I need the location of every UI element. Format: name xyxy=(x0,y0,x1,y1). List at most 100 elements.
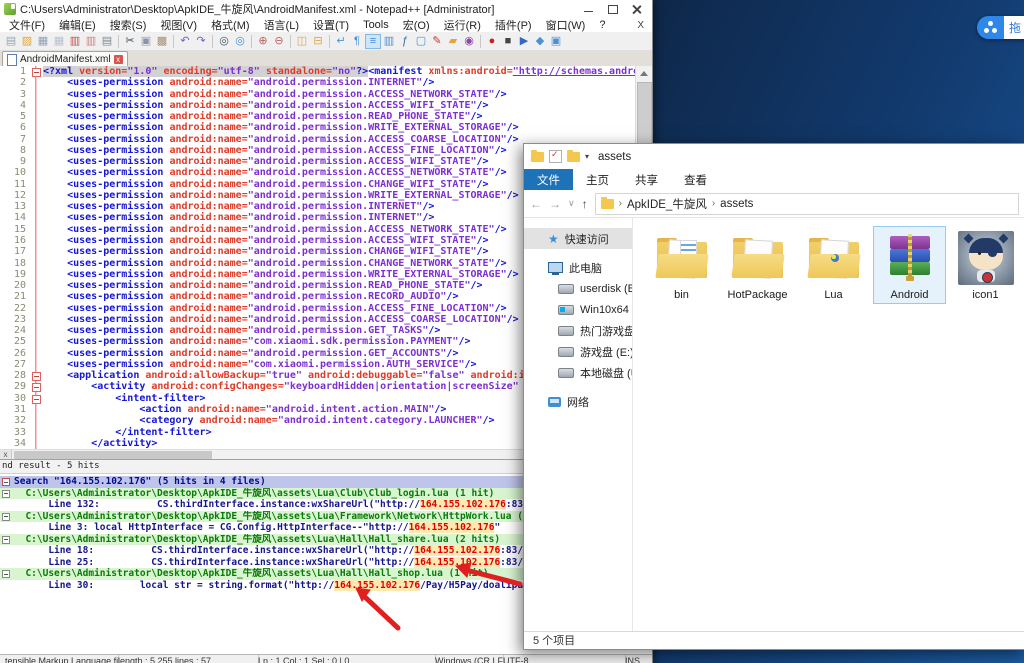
recent-locations-caret-icon[interactable]: ∨ xyxy=(568,198,575,209)
star-icon: ★ xyxy=(548,233,559,245)
menu-item-1[interactable]: 编辑(E) xyxy=(52,17,103,33)
sidebar-item-游戏盘 (E:)[interactable]: 游戏盘 (E:) xyxy=(524,341,632,362)
menu-item-11[interactable]: 窗口(W) xyxy=(539,17,593,33)
cut-icon[interactable]: ✂ xyxy=(122,34,138,49)
code-line[interactable]: 5 <uses-permission android:name="android… xyxy=(0,111,636,122)
menu-item-12[interactable]: ? xyxy=(592,19,612,31)
menubar-close-icon[interactable]: X xyxy=(637,20,644,31)
fold-collapse-icon[interactable] xyxy=(32,372,41,381)
folder-toolbar-icon[interactable]: ▰ xyxy=(445,34,461,49)
menu-item-3[interactable]: 视图(V) xyxy=(153,17,204,33)
collapse-icon[interactable] xyxy=(2,478,10,486)
tab-close-icon[interactable]: x xyxy=(114,55,123,64)
breadcrumb-segment[interactable]: assets xyxy=(720,198,753,210)
fold-collapse-icon[interactable] xyxy=(32,395,41,404)
copy-icon[interactable]: ▣ xyxy=(138,34,154,49)
code-line[interactable]: 6 <uses-permission android:name="android… xyxy=(0,122,636,133)
sync-vertical-icon[interactable]: ◫ xyxy=(294,34,310,49)
menu-item-4[interactable]: 格式(M) xyxy=(204,17,257,33)
undo-icon[interactable]: ↶ xyxy=(177,34,193,49)
fold-margin xyxy=(30,359,43,370)
close-icon[interactable] xyxy=(632,4,642,14)
code-text: <uses-permission android:name="android.p… xyxy=(43,89,636,100)
collapse-icon[interactable] xyxy=(2,490,10,498)
show-symbols-icon[interactable]: ¶ xyxy=(349,34,365,49)
zoom-in-icon[interactable]: ⊕ xyxy=(255,34,271,49)
collapse-icon[interactable] xyxy=(2,570,10,578)
print-icon[interactable]: ▤ xyxy=(99,34,115,49)
sidebar-item-网络[interactable]: 网络 xyxy=(524,391,632,412)
close-doc-icon[interactable]: ▥ xyxy=(67,34,83,49)
record-macro-icon[interactable]: ● xyxy=(484,34,500,49)
open-file-icon[interactable]: ▨ xyxy=(19,34,35,49)
ribbon-tab-主页[interactable]: 主页 xyxy=(573,169,622,190)
close-all-icon[interactable]: ▥ xyxy=(83,34,99,49)
breadcrumb[interactable]: › ApkIDE_牛旋风 › assets xyxy=(595,193,1019,215)
code-line[interactable]: 1<?xml version="1.0" encoding="utf-8" st… xyxy=(0,66,636,77)
code-line[interactable]: 3 <uses-permission android:name="android… xyxy=(0,89,636,100)
menu-item-5[interactable]: 语言(L) xyxy=(257,17,306,33)
fold-collapse-icon[interactable] xyxy=(32,68,41,77)
play-macro-icon[interactable]: ▶ xyxy=(516,34,532,49)
menu-item-2[interactable]: 搜索(S) xyxy=(103,17,154,33)
hscroll-thumb[interactable] xyxy=(14,451,212,459)
indent-guide-icon[interactable]: ≡ xyxy=(365,34,381,49)
replace-icon[interactable]: ◎ xyxy=(232,34,248,49)
scroll-up-icon[interactable] xyxy=(640,71,648,76)
sidebar-item-Win10x64 (C:)[interactable]: Win10x64 (C:) xyxy=(524,299,632,320)
menu-item-10[interactable]: 插件(P) xyxy=(488,17,539,33)
properties-check-icon[interactable] xyxy=(549,150,562,163)
menu-item-9[interactable]: 运行(R) xyxy=(437,17,488,33)
function-list-icon[interactable]: ƒ xyxy=(397,34,413,49)
save-icon[interactable]: ▦ xyxy=(35,34,51,49)
collapse-icon[interactable] xyxy=(2,513,10,521)
sidebar-item-此电脑[interactable]: 此电脑 xyxy=(524,257,632,278)
tab-androidmanifest[interactable]: AndroidManifest.xml x xyxy=(2,51,128,67)
save-all-icon[interactable]: ▦ xyxy=(51,34,67,49)
minimize-icon[interactable] xyxy=(584,4,594,14)
new-file-icon[interactable]: ▤ xyxy=(3,34,19,49)
quick-access-caret-icon[interactable]: ▾ xyxy=(585,152,589,161)
file-item-Lua[interactable]: Lua xyxy=(797,226,870,304)
back-arrow-icon[interactable]: ← xyxy=(530,197,542,211)
fold-collapse-icon[interactable] xyxy=(32,383,41,392)
paste-icon[interactable]: ▩ xyxy=(154,34,170,49)
doc-map-icon[interactable]: ▥ xyxy=(381,34,397,49)
word-wrap-icon[interactable]: ↵ xyxy=(333,34,349,49)
ribbon-tab-查看[interactable]: 查看 xyxy=(671,169,720,190)
file-item-icon1[interactable]: icon1 xyxy=(949,226,1022,304)
up-arrow-icon[interactable]: ↑ xyxy=(582,197,588,211)
find-icon[interactable]: ◎ xyxy=(216,34,232,49)
save-macro-icon[interactable]: ◆ xyxy=(532,34,548,49)
monitor-icon[interactable]: ▢ xyxy=(413,34,429,49)
maximize-icon[interactable] xyxy=(608,4,618,14)
zoom-out-icon[interactable]: ⊖ xyxy=(271,34,287,49)
file-item-bin[interactable]: bin xyxy=(645,226,718,304)
run-multi-macro-icon[interactable]: ▣ xyxy=(548,34,564,49)
file-item-HotPackage[interactable]: HotPackage xyxy=(721,226,794,304)
explorer-body: ★快速访问此电脑userdisk (B:)Win10x64 (C:)热门游戏盘 … xyxy=(524,218,1024,631)
sync-horizontal-icon[interactable]: ⊟ xyxy=(310,34,326,49)
code-line[interactable]: 2 <uses-permission android:name="android… xyxy=(0,77,636,88)
menu-item-0[interactable]: 文件(F) xyxy=(2,17,52,33)
menu-item-6[interactable]: 设置(T) xyxy=(306,17,356,33)
window-controls xyxy=(584,4,642,14)
file-item-Android[interactable]: Android xyxy=(873,226,946,304)
code-line[interactable]: 4 <uses-permission android:name="android… xyxy=(0,100,636,111)
sidebar-item-userdisk (B:)[interactable]: userdisk (B:) xyxy=(524,278,632,299)
ribbon-tab-文件[interactable]: 文件 xyxy=(524,169,573,190)
ribbon-tab-共享[interactable]: 共享 xyxy=(622,169,671,190)
sidebar-item-本地磁盘 (U:)[interactable]: 本地磁盘 (U:) xyxy=(524,362,632,383)
redo-icon[interactable]: ↷ xyxy=(193,34,209,49)
menu-item-8[interactable]: 宏(O) xyxy=(396,17,437,33)
eye-icon[interactable]: ◉ xyxy=(461,34,477,49)
breadcrumb-segment[interactable]: ApkIDE_牛旋风 xyxy=(627,196,707,212)
stop-macro-icon[interactable]: ■ xyxy=(500,34,516,49)
sidebar-item-快速访问[interactable]: ★快速访问 xyxy=(524,228,632,249)
collapse-icon[interactable] xyxy=(2,536,10,544)
forward-arrow-icon[interactable]: → xyxy=(549,197,561,211)
sidebar-item-热门游戏盘 (D:)[interactable]: 热门游戏盘 (D:) xyxy=(524,320,632,341)
netdisk-widget[interactable]: 拖 xyxy=(977,16,1024,39)
menu-item-7[interactable]: Tools xyxy=(356,19,396,31)
edit-pencil-icon[interactable]: ✎ xyxy=(429,34,445,49)
